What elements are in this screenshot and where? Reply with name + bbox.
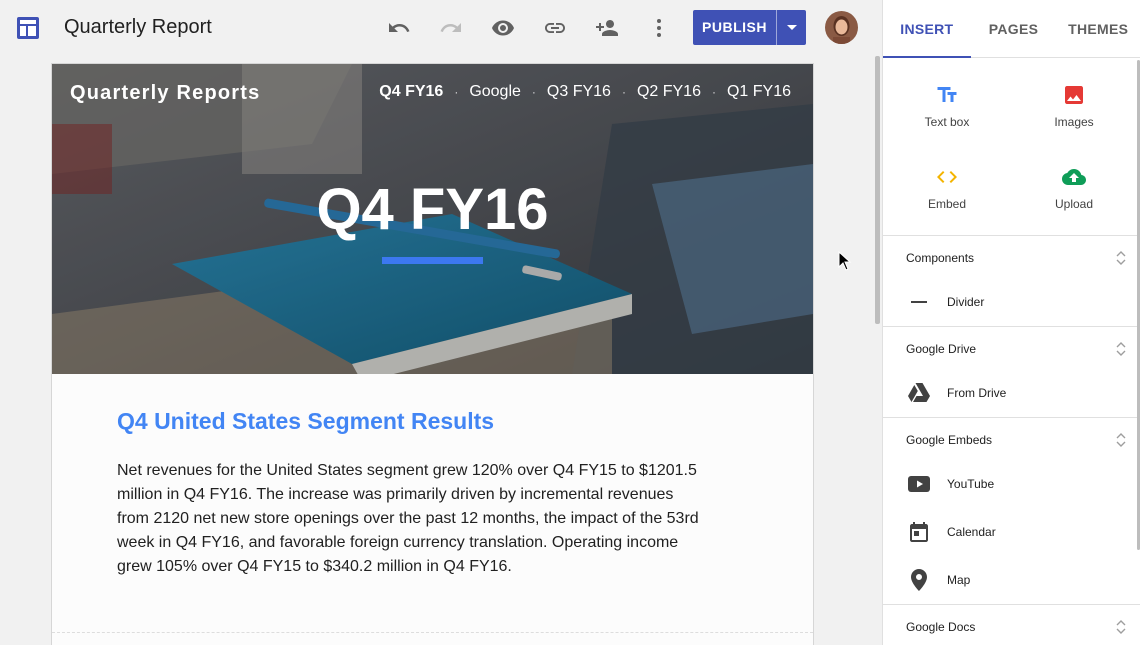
text-box-icon [937, 87, 957, 102]
list-item-label: From Drive [947, 386, 1007, 400]
section-header-google-docs[interactable]: Google Docs [883, 605, 1140, 645]
list-item-from-drive[interactable]: From Drive [883, 369, 1140, 417]
collapse-chevron-icon[interactable] [1114, 250, 1128, 266]
top-toolbar: Quarterly Report PUBLISH [0, 0, 882, 56]
nav-separator: · [531, 85, 536, 99]
insert-text-box[interactable]: Text box [883, 83, 1011, 129]
hero-underline [382, 257, 483, 264]
text-section[interactable]: Q4 United States Segment Results Net rev… [117, 408, 707, 579]
section-boundary [52, 632, 813, 633]
insert-upload-label: Upload [1054, 197, 1094, 211]
section-components: Components Divider [883, 236, 1140, 327]
calendar-icon [910, 522, 928, 542]
tab-themes[interactable]: THEMES [1056, 0, 1140, 57]
header-banner[interactable]: Quarterly Reports Q4 FY16 · Google · Q3 … [52, 64, 813, 374]
site-title[interactable]: Quarterly Reports [70, 82, 260, 105]
mouse-pointer-icon [838, 251, 852, 271]
insert-text-box-label: Text box [924, 115, 970, 129]
publish-options-button[interactable] [777, 10, 806, 45]
list-item-label: Calendar [947, 525, 996, 539]
embed-code-icon [937, 171, 957, 183]
list-item-calendar[interactable]: Calendar [883, 508, 1140, 556]
redo-icon[interactable] [439, 16, 463, 40]
section-title: Google Drive [906, 342, 977, 356]
section-header-google-drive[interactable]: Google Drive [883, 327, 1140, 371]
sites-layout-icon[interactable] [16, 16, 40, 40]
list-item-youtube[interactable]: YouTube [883, 460, 1140, 508]
section-title: Components [906, 251, 975, 265]
undo-icon[interactable] [387, 16, 411, 40]
insert-upload[interactable]: Upload [1010, 165, 1138, 211]
insert-grid: Text box Images Embed Upload [883, 58, 1140, 236]
editor-canvas: Quarterly Reports Q4 FY16 · Google · Q3 … [0, 56, 882, 645]
section-title: Google Docs [906, 620, 976, 634]
preview-eye-icon[interactable] [491, 16, 515, 40]
nav-separator: · [621, 85, 626, 99]
canvas-scrollbar[interactable] [875, 56, 880, 324]
section-header-components[interactable]: Components [883, 236, 1140, 280]
youtube-icon [908, 476, 930, 492]
section-body[interactable]: Net revenues for the United States segme… [117, 459, 707, 579]
user-avatar-image [825, 11, 858, 44]
section-google-docs: Google Docs [883, 605, 1140, 645]
nav-item-q2-fy16[interactable]: Q2 FY16 [637, 83, 701, 101]
nav-item-q1-fy16[interactable]: Q1 FY16 [727, 83, 791, 101]
section-google-embeds: Google Embeds YouTube Calendar Map [883, 418, 1140, 605]
divider-icon [911, 301, 927, 303]
collapse-chevron-icon[interactable] [1114, 432, 1128, 448]
list-item-label: Map [947, 573, 971, 587]
list-item-divider[interactable]: Divider [883, 278, 1140, 326]
insert-images[interactable]: Images [1010, 83, 1138, 129]
image-icon [1065, 86, 1083, 104]
list-item-label: Divider [947, 295, 985, 309]
site-page[interactable]: Quarterly Reports Q4 FY16 · Google · Q3 … [51, 63, 814, 645]
link-icon[interactable] [543, 16, 567, 40]
collapse-chevron-icon[interactable] [1114, 341, 1128, 357]
hero-title[interactable]: Q4 FY16 [52, 176, 813, 243]
drive-icon [908, 383, 930, 402]
panel-tabs: INSERT PAGES THEMES [883, 0, 1140, 58]
insert-embed-label: Embed [927, 197, 967, 211]
section-heading[interactable]: Q4 United States Segment Results [117, 408, 707, 435]
nav-separator: · [454, 85, 459, 99]
tab-pages[interactable]: PAGES [971, 0, 1057, 57]
cloud-upload-icon [1062, 169, 1086, 185]
publish-label[interactable]: PUBLISH [693, 10, 777, 45]
map-pin-icon [911, 569, 927, 591]
avatar[interactable] [825, 11, 858, 44]
nav-item-q3-fy16[interactable]: Q3 FY16 [547, 83, 611, 101]
nav-item-google[interactable]: Google [469, 83, 521, 101]
publish-button[interactable]: PUBLISH [693, 10, 806, 45]
collapse-chevron-icon[interactable] [1114, 619, 1128, 635]
nav-item-q4-fy16[interactable]: Q4 FY16 [379, 83, 443, 101]
document-title[interactable]: Quarterly Report [64, 16, 212, 39]
caret-down-icon [786, 24, 797, 30]
more-vert-icon[interactable] [647, 16, 671, 40]
nav-separator: · [711, 85, 716, 99]
section-header-google-embeds[interactable]: Google Embeds [883, 418, 1140, 462]
site-navigation: Q4 FY16 · Google · Q3 FY16 · Q2 FY16 · Q… [379, 83, 791, 101]
add-person-icon[interactable] [595, 16, 619, 40]
section-title: Google Embeds [906, 433, 993, 447]
insert-images-label: Images [1054, 115, 1094, 129]
tab-insert[interactable]: INSERT [883, 0, 971, 57]
list-item-map[interactable]: Map [883, 556, 1140, 604]
insert-embed[interactable]: Embed [883, 165, 1011, 211]
list-item-label: YouTube [947, 477, 995, 491]
section-google-drive: Google Drive From Drive [883, 327, 1140, 418]
side-panel: INSERT PAGES THEMES Text box Images Embe… [882, 0, 1140, 645]
